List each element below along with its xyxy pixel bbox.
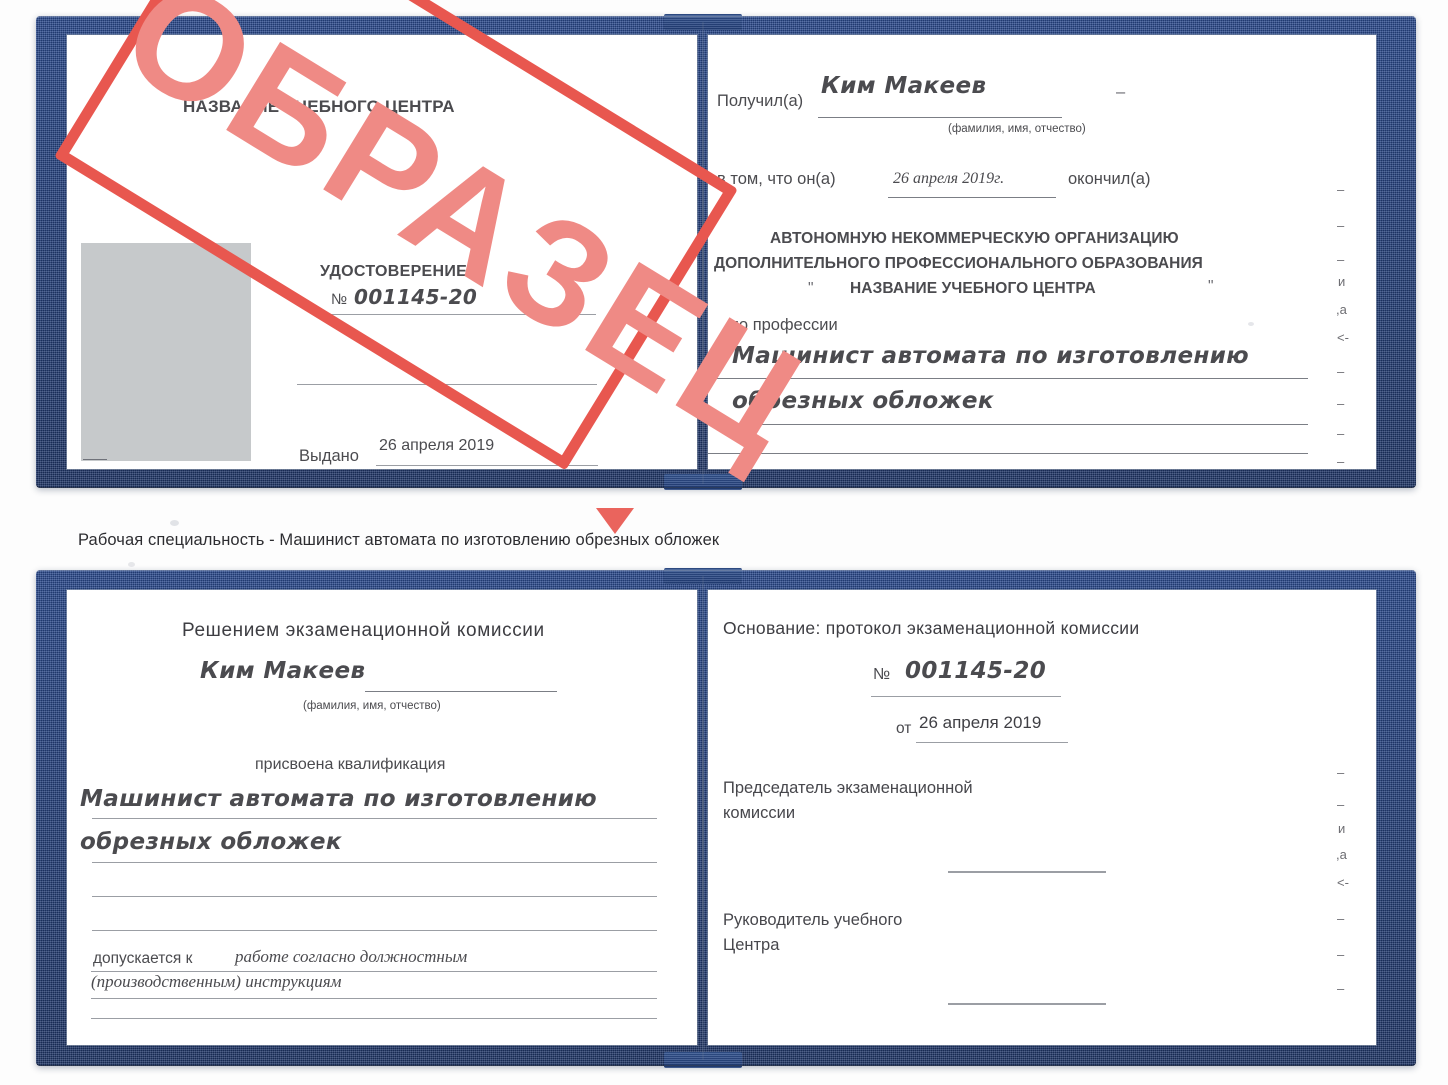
graduate-name-underline: [365, 691, 557, 693]
qualification-rule-4: [92, 930, 657, 932]
profession-rule-2: [708, 424, 1308, 426]
edge-fragment-9: –: [1337, 426, 1345, 441]
qualification-value-line-2: обрезных обложек: [80, 829, 342, 855]
admitted-value-line-1: работе согласно должностным: [235, 947, 468, 966]
edge-fragment-b5: <-: [1337, 875, 1349, 890]
organization-line-2: ДОПОЛНИТЕЛЬНОГО ПРОФЕССИОНАЛЬНОГО ОБРАЗО…: [714, 255, 1203, 272]
organization-quote-open: ": [808, 280, 814, 297]
protocol-number-underline: [871, 696, 1061, 698]
certificate-book-bottom: Решением экзаменационной комиссии Ким Ма…: [36, 568, 1416, 1068]
photo-placeholder: [81, 243, 251, 461]
protocol-date-value: 26 апреля 2019: [919, 713, 1042, 732]
top-certificate-right-page: Получил(а) Ким Макеев (фамилия, имя, отч…: [708, 35, 1376, 469]
edge-dash-right-1: –: [1116, 83, 1126, 101]
fio-hint-label: (фамилия, имя, отчество): [948, 123, 1086, 135]
certificate-number-value: 001145-20: [354, 285, 478, 309]
admitted-value-line-2: (производственным) инструкциям: [91, 972, 342, 991]
issued-label: Выдано: [299, 447, 359, 465]
certificate-sample-image: НАЗВАНИЕ УЧЕБНОГО ЦЕНТРА УДОСТОВЕРЕНИЕ №…: [0, 0, 1448, 1085]
edge-fragment-2: –: [1337, 218, 1345, 233]
chairman-signature-line: [948, 871, 1106, 873]
protocol-date-label: от: [896, 720, 912, 737]
admitted-rule-2: [91, 998, 657, 1000]
bottom-certificate-left-page: Решением экзаменационной комиссии Ким Ма…: [67, 590, 697, 1045]
recipient-name-value: Ким Макеев: [821, 73, 987, 99]
admitted-label: допускается к: [93, 950, 193, 967]
chairman-label-line-2: комиссии: [723, 804, 796, 822]
qualification-rule-3: [92, 896, 657, 898]
organization-quote-close: ": [1208, 278, 1214, 295]
finished-label: окончил(а): [1068, 170, 1151, 188]
head-label-line-1: Руководитель учебного: [723, 911, 903, 929]
background-speck-2: [128, 562, 135, 567]
decision-title: Решением экзаменационной комиссии: [182, 620, 545, 641]
edge-fragment-b2: –: [1337, 797, 1345, 812]
recipient-underline: [818, 117, 1062, 119]
fio-hint-label-2: (фамилия, имя, отчество): [303, 700, 441, 712]
qualification-rule-2: [92, 862, 657, 864]
photo-bottom-mark: [83, 459, 107, 461]
training-center-name-heading: НАЗВАНИЕ УЧЕБНОГО ЦЕНТРА: [183, 97, 455, 116]
edge-fragment-b1: –: [1337, 765, 1345, 780]
in-that-label: в том, что он(а): [717, 170, 836, 188]
head-label-line-2: Центра: [723, 936, 780, 954]
top-certificate-left-page: НАЗВАНИЕ УЧЕБНОГО ЦЕНТРА УДОСТОВЕРЕНИЕ №…: [67, 35, 697, 469]
image-caption: Рабочая специальность - Машинист автомат…: [78, 531, 720, 549]
protocol-date-underline: [916, 742, 1068, 744]
edge-fragment-10: –: [1337, 454, 1345, 469]
number-underline: [326, 314, 596, 316]
edge-fragment-7: –: [1337, 364, 1345, 379]
qualification-rule-1: [92, 818, 657, 820]
edge-fragment-b6: –: [1337, 911, 1345, 926]
edge-fragment-5: ,а: [1336, 302, 1347, 317]
edge-fragment-3: –: [1337, 252, 1345, 267]
edge-fragment-b7: –: [1337, 947, 1345, 962]
protocol-number-label: №: [873, 666, 891, 683]
paper-speck: [1248, 322, 1254, 326]
profession-value-line-2: обрезных обложек: [732, 388, 994, 414]
certificate-book-top: НАЗВАНИЕ УЧЕБНОГО ЦЕНТРА УДОСТОВЕРЕНИЕ №…: [36, 14, 1416, 490]
edge-fragment-1: –: [1337, 182, 1345, 197]
number-symbol-label: №: [331, 291, 348, 308]
protocol-number-value: 001145-20: [905, 658, 1047, 684]
issued-date-value: 26 апреля 2019: [379, 437, 495, 454]
edge-fragment-8: –: [1337, 396, 1345, 411]
bottom-certificate-right-page: Основание: протокол экзаменационной коми…: [708, 590, 1376, 1045]
book-gutter-fold-bottom: [702, 576, 704, 1060]
completion-date-underline: [888, 197, 1056, 199]
blank-rule-1: [297, 384, 597, 386]
issued-underline: [376, 465, 598, 467]
qualification-value-line-1: Машинист автомата по изготовлению: [80, 786, 598, 812]
edge-fragment-b3: и: [1338, 821, 1346, 836]
edge-fragment-4: и: [1338, 274, 1346, 289]
edge-fragment-b4: ,а: [1336, 847, 1347, 862]
organization-line-3: НАЗВАНИЕ УЧЕБНОГО ЦЕНТРА: [850, 280, 1096, 297]
background-speck-1: [170, 520, 179, 526]
chairman-label-line-1: Председатель экзаменационной: [723, 779, 973, 797]
qualification-label: присвоена квалификация: [255, 756, 446, 773]
profession-label: по профессии: [730, 316, 838, 334]
head-signature-line: [948, 1003, 1106, 1005]
organization-line-1: АВТОНОМНУЮ НЕКОММЕРЧЕСКУЮ ОРГАНИЗАЦИЮ: [770, 230, 1179, 247]
edge-fragment-b8: –: [1337, 981, 1345, 996]
completion-date-value: 26 апреля 2019г.: [893, 170, 1005, 187]
edge-fragment-6: <-: [1337, 330, 1349, 345]
profession-rule-3: [708, 453, 1308, 455]
profession-rule-1: [708, 378, 1308, 380]
document-type-label: УДОСТОВЕРЕНИЕ: [320, 263, 468, 280]
profession-value-line-1: Машинист автомата по изготовлению: [732, 343, 1250, 369]
book-gutter-fold-top: [702, 22, 704, 484]
graduate-name-value: Ким Макеев: [200, 658, 366, 684]
admitted-rule-3: [91, 1018, 657, 1020]
received-label: Получил(а): [717, 92, 804, 110]
basis-label: Основание: протокол экзаменационной коми…: [723, 618, 1140, 638]
